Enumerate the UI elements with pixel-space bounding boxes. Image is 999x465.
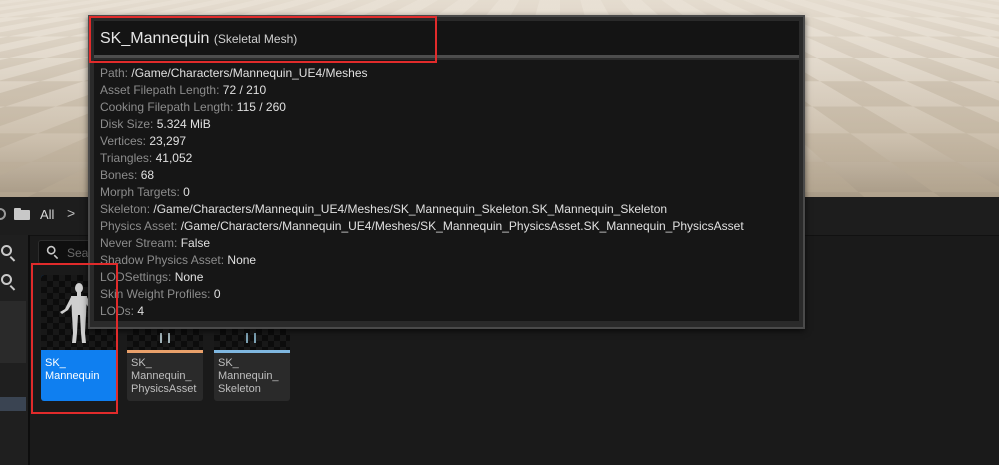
folder-tree[interactable] <box>0 301 26 363</box>
sources-panel <box>0 235 30 465</box>
asset-name: SK_ Mannequin_ Skeleton <box>218 357 279 395</box>
prop-vertices: Vertices: 23,297 <box>100 134 187 148</box>
breadcrumb-all[interactable]: All <box>40 207 54 222</box>
asset-type-stripe <box>214 350 290 353</box>
highlight-box-asset <box>31 263 118 414</box>
prop-morph-targets: Morph Targets: 0 <box>100 185 190 199</box>
prop-disk-size: Disk Size: 5.324 MiB <box>100 117 211 131</box>
asset-name: SK_ Mannequin_ PhysicsAsset <box>131 357 197 395</box>
prop-shadow-physics-asset: Shadow Physics Asset: None <box>100 253 257 267</box>
prop-triangles: Triangles: 41,052 <box>100 151 193 165</box>
asset-type-stripe <box>127 350 203 353</box>
prop-asset-filepath-length: Asset Filepath Length: 72 / 210 <box>100 83 267 97</box>
search-icon[interactable] <box>0 273 20 293</box>
search-icon <box>46 245 62 261</box>
folder-icon[interactable] <box>14 208 30 220</box>
prop-never-stream: Never Stream: False <box>100 236 211 250</box>
prop-physics-asset: Physics Asset: /Game/Characters/Mannequi… <box>100 219 744 233</box>
prop-skeleton: Skeleton: /Game/Characters/Mannequin_UE4… <box>100 202 668 216</box>
breadcrumb-chevron-icon[interactable]: > <box>67 205 75 221</box>
prop-bones: Bones: 68 <box>100 168 155 182</box>
highlight-box-title <box>89 16 437 63</box>
tooltip-properties: Path: /Game/Characters/Mannequin_UE4/Mes… <box>94 60 799 321</box>
prop-cooking-filepath-length: Cooking Filepath Length: 115 / 260 <box>100 100 286 114</box>
folder-tree-selected-item[interactable] <box>0 397 26 411</box>
history-icon[interactable] <box>0 208 6 220</box>
search-icon[interactable] <box>0 244 20 264</box>
prop-skin-weight-profiles: Skin Weight Profiles: 0 <box>100 287 221 301</box>
prop-path: Path: /Game/Characters/Mannequin_UE4/Mes… <box>100 66 368 80</box>
